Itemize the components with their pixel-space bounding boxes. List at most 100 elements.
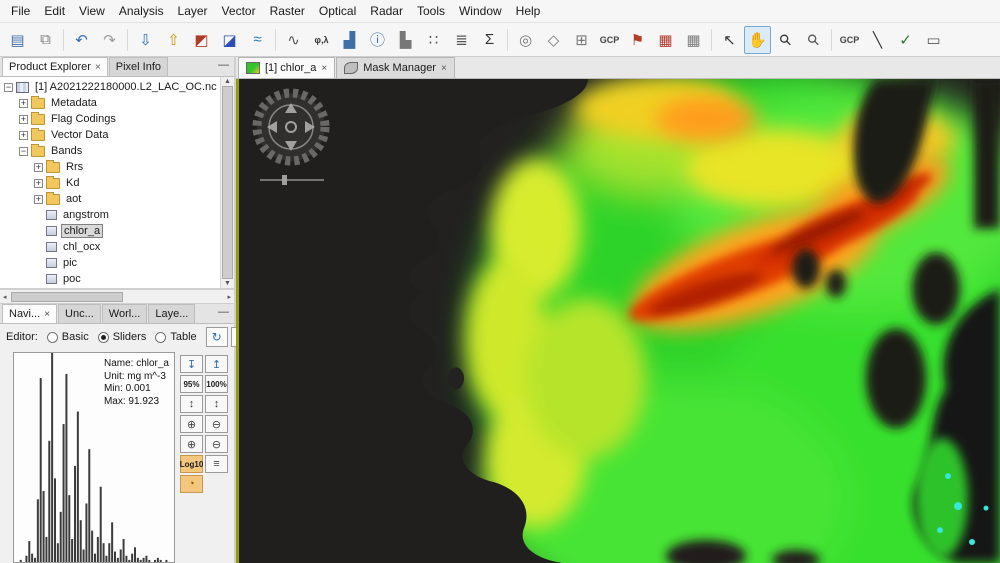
tree-node-kd[interactable]: +Kd	[0, 175, 220, 191]
tie-point-grid-button[interactable]: ⊞	[568, 26, 595, 54]
scroll-left-icon[interactable]: ◂	[3, 293, 7, 301]
import-product-button[interactable]: ⇩	[132, 26, 159, 54]
scroll-right-icon[interactable]: ▸	[227, 293, 231, 301]
pin-manager-button[interactable]: ▦	[652, 26, 679, 54]
close-icon[interactable]: ×	[321, 63, 327, 74]
tree-expander-icon[interactable]: +	[34, 163, 43, 172]
tree-expander-icon[interactable]: +	[19, 131, 28, 140]
information-button[interactable]: ⓘ	[364, 26, 391, 54]
tab-worl[interactable]: Worl...	[102, 304, 148, 323]
export-colour-palette-button[interactable]: ↥	[205, 355, 228, 373]
palette-info-button[interactable]: ◔	[180, 475, 203, 493]
menu-layer[interactable]: Layer	[171, 2, 215, 20]
zoom-slider[interactable]	[260, 175, 324, 185]
tree-expander-icon[interactable]: −	[19, 147, 28, 156]
mask-geometry-button[interactable]: ◎	[512, 26, 539, 54]
tree-node-rrs[interactable]: +Rrs	[0, 159, 220, 175]
pin-tool-button[interactable]: ⚑	[624, 26, 651, 54]
tree-node-flag-codings[interactable]: +Flag Codings	[0, 111, 220, 127]
navigation-compass[interactable]	[244, 83, 340, 193]
tree-expander-icon[interactable]: +	[34, 179, 43, 188]
band-maths-blue-button[interactable]: ◪	[216, 26, 243, 54]
seadas-processing-button[interactable]: ≈	[244, 26, 271, 54]
tree-node-angstrom[interactable]: angstrom	[0, 207, 220, 223]
scatter-plot-button[interactable]: ∷	[420, 26, 447, 54]
tree-node-vector-data[interactable]: +Vector Data	[0, 127, 220, 143]
zoom-all-button[interactable]: ⚲	[794, 20, 833, 59]
tab-product-explorer[interactable]: Product Explorer×	[2, 57, 108, 76]
monitor-button[interactable]: ▭	[920, 26, 947, 54]
scroll-up-icon[interactable]: ▲	[224, 78, 231, 85]
tree-node-chl-ocx[interactable]: chl_ocx	[0, 239, 220, 255]
tab-laye[interactable]: Laye...	[148, 304, 195, 323]
editor-radio-basic[interactable]: Basic	[47, 331, 89, 343]
histogram-plot[interactable]: Name: chlor_a Unit: mg m^-3 Min: 0.001 M…	[13, 352, 175, 563]
tree-horizontal-scrollbar[interactable]: ◂ ▸	[0, 289, 234, 304]
gcp-manager-button[interactable]: GCP	[596, 26, 623, 54]
evenly-distribute-button[interactable]: ≡	[205, 455, 228, 473]
doc-tab-1-chlor-a[interactable]: [1] chlor_a×	[238, 57, 335, 78]
tab-navi[interactable]: Navi...×	[2, 304, 57, 323]
tree-node-ipar[interactable]: ipar	[0, 287, 220, 288]
stretch-vertical-button[interactable]: ↕	[180, 395, 203, 413]
band-maths-red-button[interactable]: ◩	[188, 26, 215, 54]
geometry-tool-button[interactable]: ◇	[540, 26, 567, 54]
tree-expander-icon[interactable]: −	[4, 83, 13, 92]
tree-node-1-a2021222180000-l2-lac-oc-nc[interactable]: −[1] A2021222180000.L2_LAC_OC.nc	[0, 79, 220, 95]
minimize-panel-icon[interactable]: —	[218, 59, 229, 71]
shrink-vertical-button[interactable]: ↕	[205, 395, 228, 413]
tree-node-poc[interactable]: poc	[0, 271, 220, 287]
image-view-canvas[interactable]	[236, 79, 1000, 563]
profile-plot-button[interactable]: ≣	[448, 26, 475, 54]
close-icon[interactable]: ×	[95, 62, 101, 73]
zoom-in-horizontal-button[interactable]: ⊕	[180, 435, 203, 453]
menu-raster[interactable]: Raster	[263, 2, 312, 20]
menu-analysis[interactable]: Analysis	[112, 2, 171, 20]
copy-view-button[interactable]: ⧉	[32, 26, 59, 54]
tree-node-bands[interactable]: −Bands	[0, 143, 220, 159]
menu-edit[interactable]: Edit	[37, 2, 72, 20]
range-95-button[interactable]: 95%	[180, 375, 203, 393]
menu-window[interactable]: Window	[452, 2, 509, 20]
validate-button[interactable]: ✓	[892, 26, 919, 54]
spectrum-view-button[interactable]: ∿	[280, 26, 307, 54]
select-tool-button[interactable]: ↖	[716, 26, 743, 54]
tree-node-metadata[interactable]: +Metadata	[0, 95, 220, 111]
zoom-in-vertical-button[interactable]: ⊕	[180, 415, 203, 433]
tab-unc[interactable]: Unc...	[58, 304, 101, 323]
geo-coding-button[interactable]: φ,λ	[308, 26, 335, 54]
statistics-button[interactable]: ▙	[392, 26, 419, 54]
scroll-down-icon[interactable]: ▼	[224, 280, 231, 287]
line-measure-button[interactable]: ╲	[864, 26, 891, 54]
tab-pixel-info[interactable]: Pixel Info	[109, 57, 168, 76]
tree-vertical-scrollbar[interactable]: ▲ ▼	[220, 77, 234, 288]
editor-radio-table[interactable]: Table	[155, 331, 196, 343]
menu-help[interactable]: Help	[509, 2, 548, 20]
doc-tab-mask-manager[interactable]: Mask Manager×	[336, 57, 455, 78]
gcp-tool-button[interactable]: GCP	[836, 26, 863, 54]
scroll-thumb[interactable]	[222, 86, 233, 279]
scroll-thumb[interactable]	[11, 292, 123, 302]
undo-button[interactable]: ↶	[68, 26, 95, 54]
menu-file[interactable]: File	[4, 2, 37, 20]
editor-radio-sliders[interactable]: Sliders	[98, 331, 147, 343]
redo-button[interactable]: ↷	[96, 26, 123, 54]
tree-expander-icon[interactable]: +	[34, 195, 43, 204]
grid-manager-button[interactable]: ▦	[680, 26, 707, 54]
tree-expander-icon[interactable]: +	[19, 99, 28, 108]
tree-node-chlor-a[interactable]: chlor_a	[0, 223, 220, 239]
close-icon[interactable]: ×	[44, 309, 50, 320]
export-image-button[interactable]: ▤	[4, 26, 31, 54]
menu-vector[interactable]: Vector	[215, 2, 263, 20]
log10-toggle-button[interactable]: Log10	[180, 455, 203, 473]
tree-node-aot[interactable]: +aot	[0, 191, 220, 207]
zoom-out-vertical-button[interactable]: ⊖	[205, 415, 228, 433]
tree-expander-icon[interactable]: +	[19, 115, 28, 124]
zoom-out-horizontal-button[interactable]: ⊖	[205, 435, 228, 453]
minimize-panel-icon[interactable]: —	[218, 306, 229, 318]
reset-editor-button[interactable]: ↻	[206, 327, 228, 347]
import-colour-palette-button[interactable]: ↧	[180, 355, 203, 373]
menu-tools[interactable]: Tools	[410, 2, 452, 20]
export-product-button[interactable]: ⇧	[160, 26, 187, 54]
close-icon[interactable]: ×	[441, 63, 447, 74]
